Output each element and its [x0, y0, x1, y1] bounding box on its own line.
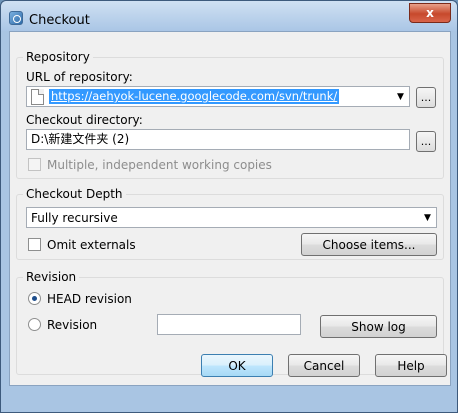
checkout-directory-input[interactable]: D:\新建文件夹 (2)	[26, 129, 410, 150]
repository-group-label: Repository	[23, 50, 93, 64]
dialog-client-area: Repository URL of repository: https://ae…	[9, 31, 451, 386]
close-button[interactable]: x	[409, 3, 451, 23]
omit-externals-checkbox[interactable]	[28, 238, 41, 251]
cancel-button[interactable]: Cancel	[288, 354, 360, 377]
title-bar[interactable]: Checkout x	[1, 1, 457, 31]
specific-revision-label: Revision	[47, 318, 98, 332]
window-title: Checkout	[29, 13, 90, 28]
revision-group-label: Revision	[23, 270, 80, 284]
specific-revision-radio[interactable]	[28, 318, 41, 331]
chevron-down-icon[interactable]: ▼	[392, 87, 409, 106]
depth-select[interactable]: Fully recursive ▼	[26, 207, 437, 228]
checkout-depth-group-label: Checkout Depth	[23, 187, 126, 201]
browse-directory-button[interactable]: ...	[416, 131, 436, 152]
omit-externals-label: Omit externals	[47, 238, 136, 252]
help-button[interactable]: Help	[375, 354, 447, 377]
checkout-directory-label: Checkout directory:	[26, 113, 143, 127]
depth-selected-value: Fully recursive	[31, 211, 118, 225]
url-value[interactable]: https://aehyok-lucene.googlecode.com/svn…	[49, 89, 340, 104]
browse-url-button[interactable]: ...	[416, 87, 436, 108]
tortoisesvn-icon	[9, 11, 23, 25]
checkout-dialog: Checkout x Repository URL of repository:…	[0, 0, 458, 413]
multiple-copies-checkbox[interactable]	[28, 158, 41, 171]
chevron-down-icon[interactable]: ▼	[419, 208, 436, 227]
url-label: URL of repository:	[26, 70, 133, 84]
ok-button[interactable]: OK	[201, 354, 273, 377]
head-revision-label: HEAD revision	[47, 292, 132, 306]
document-icon	[31, 89, 44, 105]
show-log-button[interactable]: Show log	[320, 315, 437, 338]
choose-items-button[interactable]: Choose items...	[301, 233, 437, 256]
revision-input[interactable]	[157, 314, 301, 335]
multiple-copies-label: Multiple, independent working copies	[47, 158, 272, 172]
head-revision-radio[interactable]	[28, 292, 41, 305]
url-combobox[interactable]: https://aehyok-lucene.googlecode.com/svn…	[26, 86, 410, 107]
